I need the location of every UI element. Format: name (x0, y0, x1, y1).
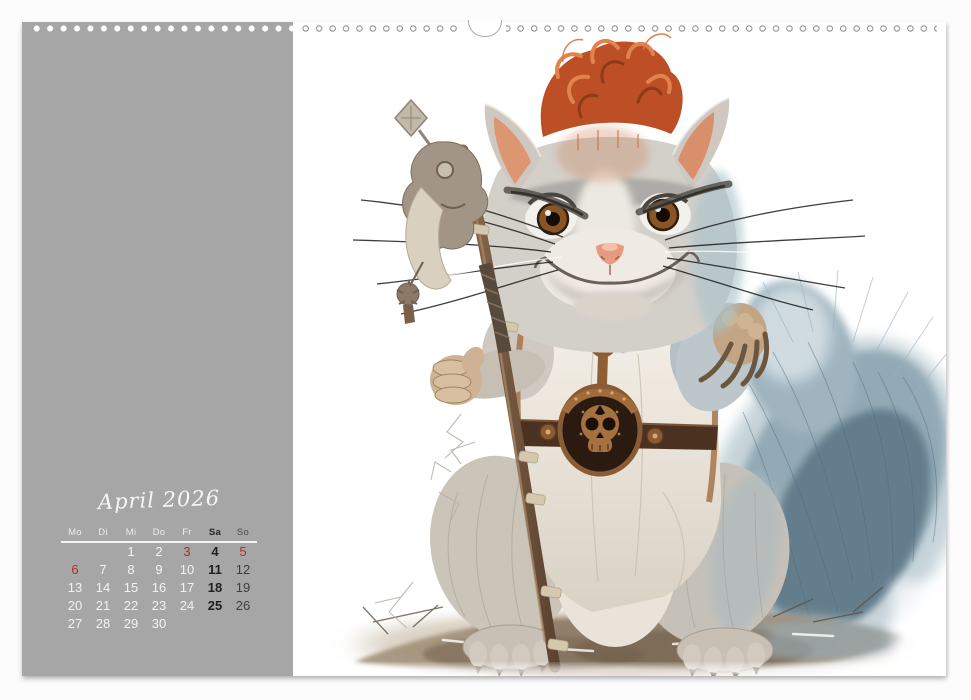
day-14: 14 (89, 579, 117, 597)
day-28: 28 (89, 615, 117, 633)
day-5: 5 (229, 543, 257, 561)
calendar-week-row: 20212223242526 (61, 597, 257, 615)
day-19: 19 (229, 579, 257, 597)
binding-holes-icon (30, 24, 293, 33)
day-header-Sa: Sa (201, 526, 229, 540)
day-13: 13 (61, 579, 89, 597)
calendar-day-headers: MoDiMiDoFrSaSo (61, 526, 257, 540)
day-18: 18 (201, 579, 229, 597)
day-24: 24 (173, 597, 201, 615)
day-header-Di: Di (89, 526, 117, 540)
calendar-page: April 2026 MoDiMiDoFrSaSo 12345678910111… (22, 22, 946, 676)
day-23: 23 (145, 597, 173, 615)
squirrel-illustration (293, 22, 946, 676)
day-9: 9 (145, 561, 173, 579)
day-header-Do: Do (145, 526, 173, 540)
calendar-grid: 1234567891011121314151617181920212223242… (61, 543, 257, 633)
day-16: 16 (145, 579, 173, 597)
day-27: 27 (61, 615, 89, 633)
day-21: 21 (89, 597, 117, 615)
day-header-Mi: Mi (117, 526, 145, 540)
day-6: 6 (61, 561, 89, 579)
day-empty (89, 543, 117, 561)
day-header-Fr: Fr (173, 526, 201, 540)
day-3: 3 (173, 543, 201, 561)
day-29: 29 (117, 615, 145, 633)
staff-ornament (395, 100, 488, 324)
calendar-week-row: 27282930 (61, 615, 257, 633)
calendar-week-row: 12345 (61, 543, 257, 561)
day-12: 12 (229, 561, 257, 579)
calendar-week-row: 6789101112 (61, 561, 257, 579)
day-header-Mo: Mo (61, 526, 89, 540)
day-empty (201, 615, 229, 633)
day-26: 26 (229, 597, 257, 615)
day-empty (229, 615, 257, 633)
day-17: 17 (173, 579, 201, 597)
calendar-week-row: 13141516171819 (61, 579, 257, 597)
day-empty (173, 615, 201, 633)
day-11: 11 (201, 561, 229, 579)
day-1: 1 (117, 543, 145, 561)
day-25: 25 (201, 597, 229, 615)
day-empty (61, 543, 89, 561)
binding-holes-icon (299, 24, 937, 33)
day-20: 20 (61, 597, 89, 615)
day-15: 15 (117, 579, 145, 597)
mini-calendar: April 2026 MoDiMiDoFrSaSo 12345678910111… (61, 488, 257, 658)
day-7: 7 (89, 561, 117, 579)
day-4: 4 (201, 543, 229, 561)
day-2: 2 (145, 543, 173, 561)
day-header-So: So (229, 526, 257, 540)
month-title: April 2026 (61, 485, 258, 516)
day-30: 30 (145, 615, 173, 633)
day-22: 22 (117, 597, 145, 615)
day-10: 10 (173, 561, 201, 579)
day-8: 8 (117, 561, 145, 579)
